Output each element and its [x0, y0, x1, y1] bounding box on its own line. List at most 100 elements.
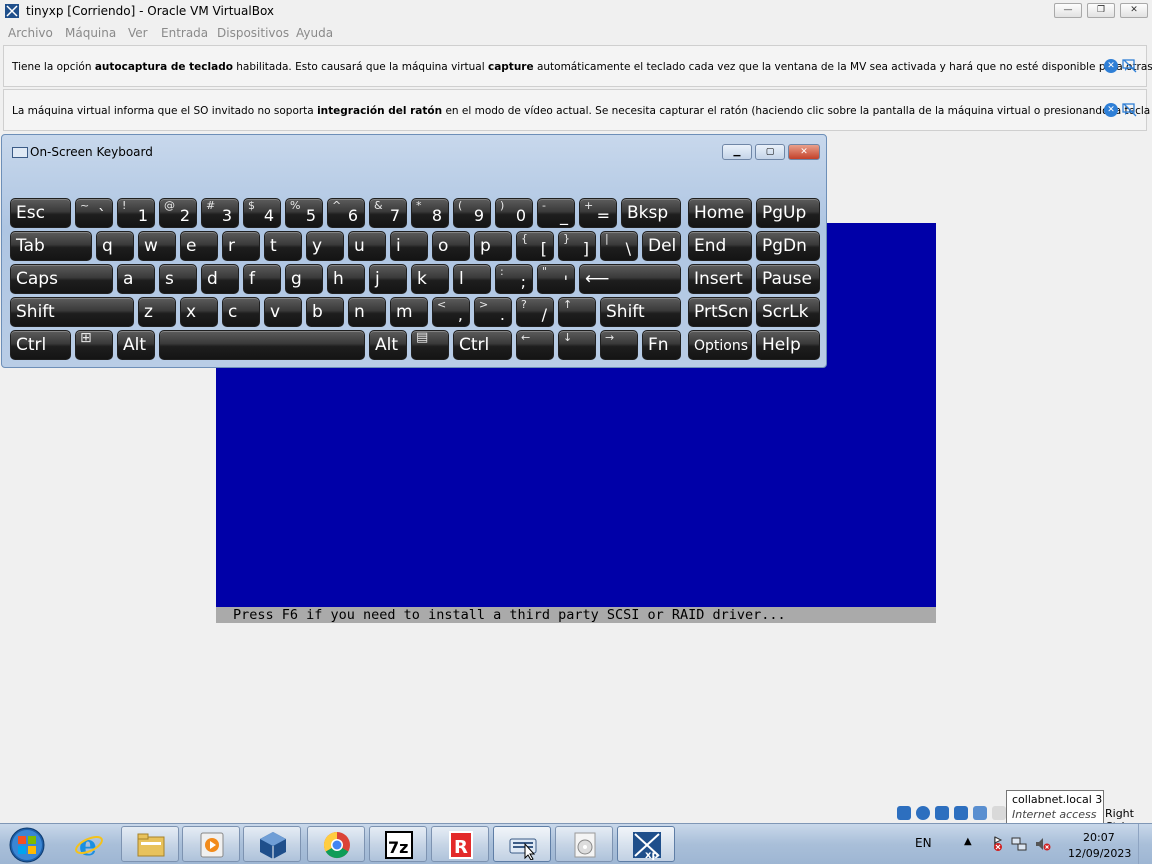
taskbar-media-player[interactable]: [182, 826, 240, 862]
key-end[interactable]: End: [688, 231, 752, 261]
key-1[interactable]: ! 1: [117, 198, 155, 228]
key-fn[interactable]: Fn: [642, 330, 681, 360]
key-7[interactable]: & 7: [369, 198, 407, 228]
key-a[interactable]: a: [117, 264, 155, 294]
key-k[interactable]: k: [411, 264, 449, 294]
key-slash[interactable]: ? /: [516, 297, 554, 327]
shared-folders-icon[interactable]: [992, 806, 1006, 820]
banner-close-icon[interactable]: ✕: [1104, 59, 1118, 73]
key-left-bracket[interactable]: {[: [516, 231, 554, 261]
key-h[interactable]: h: [327, 264, 365, 294]
key-g[interactable]: g: [285, 264, 323, 294]
key-l[interactable]: l: [453, 264, 491, 294]
key-left-arrow[interactable]: ←: [516, 330, 554, 360]
key-tab[interactable]: Tab: [10, 231, 92, 261]
menu-archivo[interactable]: Archivo: [8, 26, 53, 40]
key-o[interactable]: o: [432, 231, 470, 261]
window-minimize-button[interactable]: —: [1054, 3, 1082, 18]
key-y[interactable]: y: [306, 231, 344, 261]
key-s[interactable]: s: [159, 264, 197, 294]
key-left-shift[interactable]: Shift: [10, 297, 134, 327]
key-backspace[interactable]: Bksp: [621, 198, 681, 228]
taskbar-disc[interactable]: [555, 826, 613, 862]
key-w[interactable]: w: [138, 231, 176, 261]
key-r[interactable]: r: [222, 231, 260, 261]
key-backslash[interactable]: | \: [600, 231, 638, 261]
key-q[interactable]: q: [96, 231, 134, 261]
hard-disk-icon[interactable]: [897, 806, 911, 820]
key-scrlk[interactable]: ScrLk: [756, 297, 820, 327]
network-icon[interactable]: [954, 806, 968, 820]
key-context-menu[interactable]: ▤: [411, 330, 449, 360]
clock-time[interactable]: 20:07: [1083, 831, 1115, 844]
key-z[interactable]: z: [138, 297, 176, 327]
banner-close-icon[interactable]: ✕: [1104, 103, 1118, 117]
key-help[interactable]: Help: [756, 330, 820, 360]
key-windows[interactable]: ⊞: [75, 330, 113, 360]
key-insert[interactable]: Insert: [688, 264, 752, 294]
clock-date[interactable]: 12/09/2023: [1068, 847, 1131, 860]
key-4[interactable]: $4: [243, 198, 281, 228]
taskbar-on-screen-keyboard[interactable]: [493, 826, 551, 862]
key-u[interactable]: u: [348, 231, 386, 261]
taskbar-virtualbox[interactable]: [243, 826, 301, 862]
key-enter[interactable]: ⟵: [579, 264, 681, 294]
key-c[interactable]: c: [222, 297, 260, 327]
osk-restore-button[interactable]: ▢: [755, 144, 785, 160]
audio-icon[interactable]: [935, 806, 949, 820]
optical-drive-icon[interactable]: [916, 806, 930, 820]
key-right-bracket[interactable]: }]: [558, 231, 596, 261]
show-hidden-icons-button[interactable]: ▲: [964, 836, 972, 847]
taskbar-chrome[interactable]: [307, 826, 365, 862]
key-b[interactable]: b: [306, 297, 344, 327]
key-n[interactable]: n: [348, 297, 386, 327]
show-desktop-button[interactable]: [1138, 824, 1152, 864]
key-quote[interactable]: " ': [537, 264, 575, 294]
osk-close-button[interactable]: ✕: [788, 144, 820, 160]
key-m[interactable]: m: [390, 297, 428, 327]
banner-mute-icon[interactable]: [1122, 102, 1137, 117]
key-6[interactable]: ^ 6: [327, 198, 365, 228]
key-t[interactable]: t: [264, 231, 302, 261]
key-9[interactable]: (9: [453, 198, 491, 228]
start-button[interactable]: [3, 825, 45, 863]
key-esc[interactable]: Esc: [10, 198, 71, 228]
key-minus[interactable]: - _: [537, 198, 575, 228]
key-comma[interactable]: <,: [432, 297, 470, 327]
key-left-alt[interactable]: Alt: [117, 330, 155, 360]
key-caps[interactable]: Caps: [10, 264, 113, 294]
menu-maquina[interactable]: Máquina: [65, 26, 116, 40]
taskbar-roblox[interactable]: R: [431, 826, 489, 862]
key-up-arrow[interactable]: ↑: [558, 297, 596, 327]
osk-minimize-button[interactable]: ▁: [722, 144, 752, 160]
key-left-ctrl[interactable]: Ctrl: [10, 330, 71, 360]
taskbar-internet-explorer[interactable]: e: [60, 826, 118, 862]
language-indicator[interactable]: EN: [915, 836, 932, 850]
network-tray-icon[interactable]: [1011, 836, 1027, 852]
key-down-arrow[interactable]: ↓: [558, 330, 596, 360]
key-semicolon[interactable]: :;: [495, 264, 533, 294]
menu-entrada[interactable]: Entrada: [161, 26, 208, 40]
key-f[interactable]: f: [243, 264, 281, 294]
key-j[interactable]: j: [369, 264, 407, 294]
key-prtscn[interactable]: PrtScn: [688, 297, 752, 327]
key-space[interactable]: [159, 330, 365, 360]
key-x[interactable]: x: [180, 297, 218, 327]
action-center-icon[interactable]: [987, 836, 1003, 852]
key-right-alt[interactable]: Alt: [369, 330, 407, 360]
key-options[interactable]: Options: [688, 330, 752, 360]
key-right-shift[interactable]: Shift: [600, 297, 681, 327]
key-right-ctrl[interactable]: Ctrl: [453, 330, 512, 360]
key-equals[interactable]: + =: [579, 198, 617, 228]
volume-muted-icon[interactable]: [1035, 836, 1051, 852]
key-pgdn[interactable]: PgDn: [756, 231, 820, 261]
key-2[interactable]: @2: [159, 198, 197, 228]
key-pause[interactable]: Pause: [756, 264, 820, 294]
key-8[interactable]: * 8: [411, 198, 449, 228]
key-del[interactable]: Del: [642, 231, 681, 261]
taskbar-file-explorer[interactable]: [121, 826, 179, 862]
key-d[interactable]: d: [201, 264, 239, 294]
key-period[interactable]: >.: [474, 297, 512, 327]
key-pgup[interactable]: PgUp: [756, 198, 820, 228]
key-0[interactable]: ) 0: [495, 198, 533, 228]
